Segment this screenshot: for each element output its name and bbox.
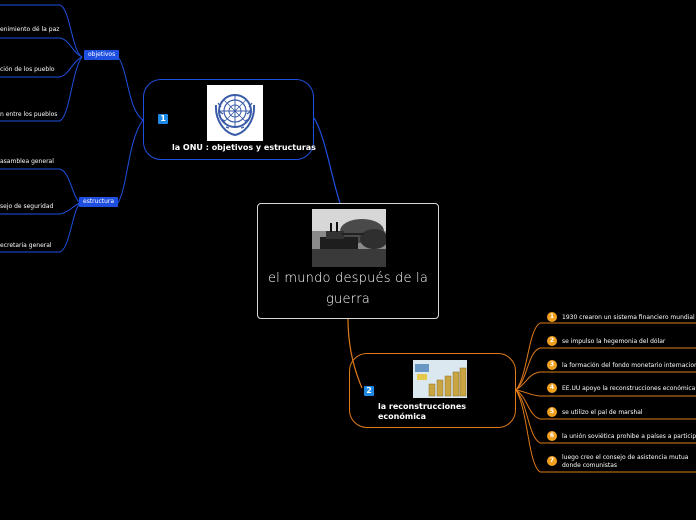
- reconstruccion-item[interactable]: se utilizo el pal de marshal: [562, 409, 643, 417]
- subtopic-estructura[interactable]: estructura: [79, 197, 119, 207]
- topic-badge: 1: [158, 114, 168, 124]
- reconstruccion-item[interactable]: 1930 crearon un sistema financiero mundi…: [562, 314, 695, 322]
- reconstruccion-item[interactable]: se impulso la hegemonia del dólar: [562, 338, 665, 346]
- central-node[interactable]: el mundo después de la guerra: [257, 203, 439, 319]
- connector-topic1-objetivos: [117, 56, 144, 121]
- item-number-badge: 5: [547, 407, 557, 417]
- leaf-objetivo[interactable]: ción de los pueblo: [0, 66, 55, 74]
- reconstruccion-item[interactable]: luego creo el consejo de asistencia mutu…: [562, 454, 696, 470]
- reconstruccion-item[interactable]: la formación del fondo monetario interna…: [562, 362, 696, 370]
- reconstruccion-item[interactable]: la unión soviética prohibe a países a pa…: [562, 433, 696, 441]
- item-number-badge: 7: [547, 456, 557, 466]
- topic-onu-label: la ONU : objetivos y estructuras: [172, 143, 316, 152]
- subtopic-objetivos[interactable]: objetivos: [84, 50, 120, 60]
- item-number-badge: 3: [547, 360, 557, 370]
- money-stacks-icon: [413, 360, 467, 398]
- topic-reconstruccion-label: la reconstrucciones económica: [378, 402, 467, 421]
- leaf-objetivo[interactable]: enimiento dé la paz: [0, 26, 59, 34]
- item-number-badge: 6: [547, 431, 557, 441]
- leaf-estructura[interactable]: asamblea general: [0, 158, 54, 166]
- war-photo-illustration: [312, 209, 386, 267]
- leaf-estructura[interactable]: sejo de seguridad: [0, 203, 53, 211]
- leaf-objetivo[interactable]: n entre los pueblos: [0, 111, 57, 119]
- connector-central-topic1: [313, 117, 341, 204]
- connector-topic1-estructura: [117, 119, 144, 204]
- war-photo: [312, 209, 386, 267]
- central-title: el mundo después de la guerra: [267, 271, 428, 307]
- un-emblem-icon: [207, 85, 263, 141]
- item-number-badge: 2: [547, 336, 557, 346]
- item-number-badge: 1: [547, 312, 557, 322]
- topic-badge: 2: [364, 386, 374, 396]
- leaf-estructura[interactable]: ecretaria general: [0, 242, 52, 250]
- reconstruccion-item[interactable]: EE.UU apoyo la reconstrucciones económic…: [562, 385, 696, 393]
- item-number-badge: 4: [547, 383, 557, 393]
